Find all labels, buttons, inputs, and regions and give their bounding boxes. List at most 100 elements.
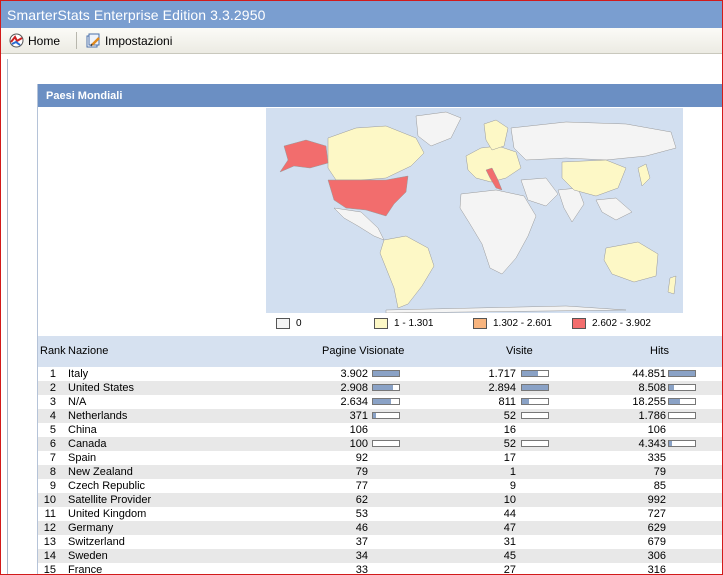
hits-bar-fill	[669, 399, 680, 404]
hits-bar	[668, 412, 696, 419]
visits-cell: 52	[503, 438, 516, 450]
country-cell: Satellite Provider	[68, 494, 152, 506]
col-country-header[interactable]: Nazione	[68, 345, 108, 357]
pages-bar	[372, 440, 400, 447]
hits-cell: 8.508	[638, 382, 666, 394]
rank-cell: 5	[49, 424, 56, 436]
col-rank-header[interactable]: Rank	[40, 345, 66, 357]
table-row: 10 Satellite Provider 62 10 992	[38, 493, 722, 507]
app-window: SmarterStats Enterprise Edition 3.3.2950…	[0, 0, 723, 575]
hits-cell: 79	[653, 466, 666, 478]
country-cell: Canada	[68, 438, 107, 450]
pages-bar-fill	[373, 385, 393, 390]
legend-label: 0	[296, 318, 302, 329]
pages-cell: 92	[355, 452, 368, 464]
pages-cell: 62	[355, 494, 368, 506]
hits-cell: 679	[647, 536, 666, 548]
hits-cell: 106	[647, 424, 666, 436]
table-row: 1 Italy 3.902 1.717 44.851	[38, 367, 722, 381]
hits-bar	[668, 398, 696, 405]
table-row: 15 France 33 27 316	[38, 563, 722, 575]
legend-swatch	[374, 318, 388, 329]
window-title: SmarterStats Enterprise Edition 3.3.2950	[7, 7, 266, 23]
table-row: 5 China 106 16 106	[38, 423, 722, 437]
country-cell: United Kingdom	[68, 508, 147, 520]
table-header: Rank Nazione Pagine Visionate Visite Hit…	[38, 336, 722, 367]
visits-cell: 16	[503, 424, 516, 436]
hits-bar-fill	[669, 441, 672, 446]
hits-cell: 85	[653, 480, 666, 492]
pages-cell: 53	[355, 508, 368, 520]
pages-cell: 77	[355, 480, 368, 492]
pages-cell: 46	[355, 522, 368, 534]
hits-bar-fill	[669, 371, 695, 376]
col-visits-header[interactable]: Visite	[506, 345, 533, 357]
visits-cell: 2.894	[488, 382, 516, 394]
country-cell: China	[68, 424, 97, 436]
hits-cell: 18.255	[632, 396, 666, 408]
visits-cell: 9	[509, 480, 516, 492]
hits-cell: 727	[647, 508, 666, 520]
pages-cell: 106	[349, 424, 368, 436]
rank-cell: 6	[49, 438, 56, 450]
visits-bar-fill	[522, 399, 530, 404]
table-row: 14 Sweden 34 45 306	[38, 549, 722, 563]
legend-item: 1 - 1.301	[374, 318, 433, 329]
panel-header: Paesi Mondiali	[38, 84, 722, 107]
visits-cell: 31	[503, 536, 516, 548]
hits-cell: 335	[647, 452, 666, 464]
table-row: 12 Germany 46 47 629	[38, 521, 722, 535]
rank-cell: 14	[43, 550, 56, 562]
visits-bar	[521, 412, 549, 419]
pages-cell: 100	[349, 438, 368, 450]
pages-cell: 79	[355, 466, 368, 478]
pages-bar-fill	[373, 413, 376, 418]
rank-cell: 11	[44, 508, 56, 520]
rank-cell: 13	[43, 536, 56, 548]
visits-cell: 47	[503, 522, 516, 534]
toolbar: Home Impostazioni	[1, 28, 722, 54]
content-divider	[7, 59, 8, 574]
table-row: 3 N/A 2.634 811 18.255	[38, 395, 722, 409]
hits-bar	[668, 370, 696, 377]
legend-item: 1.302 - 2.601	[473, 318, 552, 329]
pages-bar	[372, 370, 400, 377]
col-hits-header[interactable]: Hits	[650, 345, 669, 357]
country-cell: N/A	[68, 396, 87, 408]
col-pages-header[interactable]: Pagine Visionate	[322, 345, 404, 357]
country-cell: Sweden	[68, 550, 108, 562]
rank-cell: 9	[49, 480, 56, 492]
table-row: 2 United States 2.908 2.894 8.508	[38, 381, 722, 395]
visits-bar	[521, 398, 549, 405]
table-row: 8 New Zealand 79 1 79	[38, 465, 722, 479]
pages-cell: 34	[355, 550, 368, 562]
legend-swatch	[572, 318, 586, 329]
home-button[interactable]: Home	[9, 32, 60, 49]
pages-cell: 33	[355, 564, 368, 575]
rank-cell: 12	[43, 522, 56, 534]
visits-cell: 27	[503, 564, 516, 575]
hits-bar	[668, 440, 696, 447]
visits-cell: 52	[503, 410, 516, 422]
home-icon	[9, 33, 24, 48]
settings-icon	[86, 33, 100, 48]
toolbar-separator	[76, 32, 77, 49]
pages-cell: 3.902	[340, 368, 368, 380]
rank-cell: 4	[49, 410, 56, 422]
pages-bar-fill	[373, 371, 399, 376]
country-cell: Spain	[68, 452, 97, 464]
visits-cell: 45	[503, 550, 516, 562]
pages-cell: 2.908	[340, 382, 368, 394]
rank-cell: 8	[49, 466, 56, 478]
country-cell: New Zealand	[68, 466, 133, 478]
hits-cell: 992	[647, 494, 666, 506]
settings-button[interactable]: Impostazioni	[86, 32, 172, 49]
legend-item: 2.602 - 3.902	[572, 318, 651, 329]
pages-bar	[372, 412, 400, 419]
map-legend: 0 1 - 1.301 1.302 - 2.601 2.602 - 3.902	[276, 318, 716, 332]
legend-label: 1 - 1.301	[394, 318, 434, 329]
table-row: 9 Czech Republic 77 9 85	[38, 479, 722, 493]
country-cell: Germany	[68, 522, 114, 534]
visits-cell: 811	[498, 396, 516, 408]
hits-cell: 1.786	[638, 410, 666, 422]
